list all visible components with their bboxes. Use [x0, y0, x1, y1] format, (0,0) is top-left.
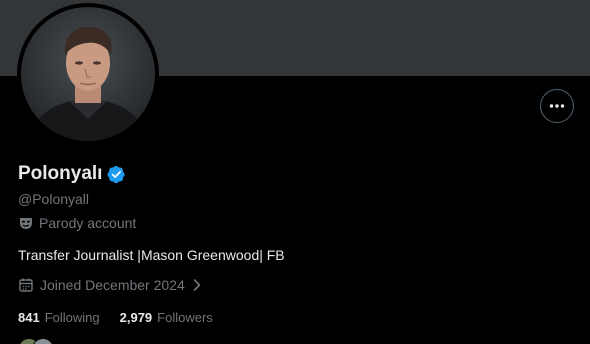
followed-by-avatars[interactable]: [18, 338, 54, 344]
followers-link[interactable]: 2,979 Followers: [120, 309, 213, 327]
followers-label: Followers: [157, 310, 213, 325]
parody-mask-icon: [20, 218, 32, 229]
parody-account-label: Parody account: [18, 214, 136, 232]
following-count: 841: [18, 310, 40, 325]
avatar-photo: [17, 3, 159, 145]
following-link[interactable]: 841 Following: [18, 309, 100, 327]
follower-avatar: [32, 338, 54, 344]
more-options-button[interactable]: [540, 89, 574, 123]
chevron-right-icon: [193, 279, 201, 291]
verified-badge-icon[interactable]: [107, 165, 126, 184]
name-row: Polonyalı: [18, 162, 126, 186]
joined-date[interactable]: Joined December 2024: [18, 276, 203, 294]
calendar-icon: [19, 278, 33, 292]
profile-page: Polonyalı @Polonyall Parody account Tran…: [0, 0, 590, 344]
profile-handle: @Polonyall: [18, 191, 90, 207]
parody-label-text: Parody account: [39, 215, 137, 231]
display-name: Polonyalı: [18, 163, 103, 184]
follow-stats: 841 Following 2,979 Followers: [18, 309, 213, 327]
followers-count: 2,979: [119, 310, 153, 325]
profile-avatar[interactable]: [17, 3, 159, 145]
joined-text: Joined December 2024: [40, 277, 185, 293]
following-label: Following: [44, 310, 100, 325]
more-horizontal-icon: [549, 104, 565, 108]
profile-bio: Transfer Journalist |Mason Greenwood| FB: [18, 247, 285, 263]
